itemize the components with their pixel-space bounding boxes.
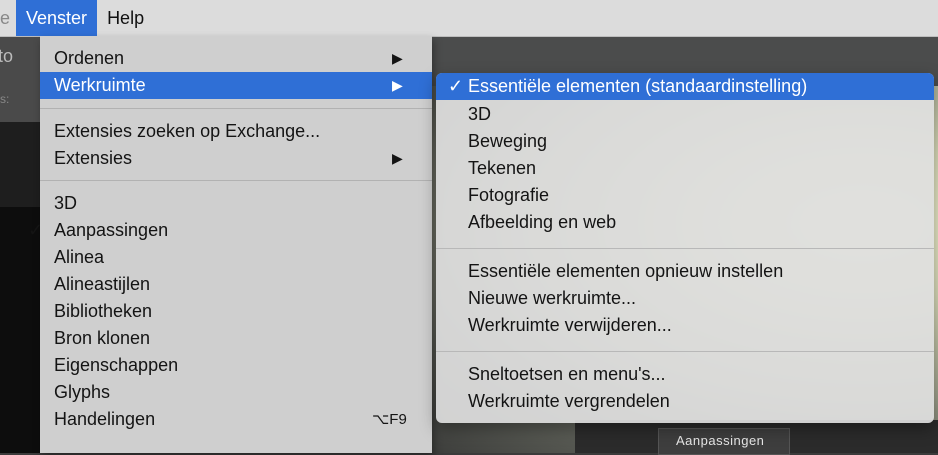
menu-item-bibliotheken[interactable]: Bibliotheken <box>40 298 432 325</box>
submenu-item-label: Afbeelding en web <box>468 212 617 232</box>
submenu-item-label: Nieuwe werkruimte... <box>468 288 637 308</box>
submenu-arrow-icon: ▶ <box>392 50 403 66</box>
menu-item-extensies[interactable]: Extensies ▶ <box>40 145 432 172</box>
panel-tab-label: Aanpassingen <box>676 433 765 448</box>
submenu-item-afbeelding-en-web[interactable]: Afbeelding en web <box>436 209 934 236</box>
menubar-item-help[interactable]: Help <box>97 0 154 36</box>
submenu-item-label: 3D <box>468 104 492 124</box>
menu-item-3d[interactable]: 3D <box>40 190 432 217</box>
menubar-item-venster[interactable]: Venster <box>16 0 98 36</box>
submenu-item-tekenen[interactable]: Tekenen <box>436 155 934 182</box>
menu-item-glyphs[interactable]: Glyphs <box>40 379 432 406</box>
menu-item-label: 3D <box>54 193 78 213</box>
submenu-item-label: Werkruimte verwijderen... <box>468 315 672 335</box>
menu-item-label: Extensies zoeken op Exchange... <box>54 121 321 141</box>
venster-menu: Ordenen ▶ Werkruimte ▶ Extensies zoeken … <box>28 36 432 453</box>
submenu-item-label: Fotografie <box>468 185 550 205</box>
menu-item-eigenschappen[interactable]: Eigenschappen <box>40 352 432 379</box>
submenu-arrow-icon: ▶ <box>392 77 403 93</box>
menu-item-label: Bibliotheken <box>54 301 153 321</box>
menu-item-label: Alineastijlen <box>54 274 151 294</box>
submenu-item-label: Beweging <box>468 131 548 151</box>
menu-item-alineastijlen[interactable]: Alineastijlen <box>40 271 432 298</box>
menu-item-label: Bron klonen <box>54 328 151 348</box>
menu-item-label: Eigenschappen <box>54 355 179 375</box>
werkruimte-submenu: ✓ Essentiële elementen (standaardinstell… <box>436 73 934 423</box>
menu-item-bron-klonen[interactable]: Bron klonen <box>40 325 432 352</box>
menu-item-ordenen[interactable]: Ordenen ▶ <box>40 45 432 72</box>
menu-item-label: Aanpassingen <box>54 220 169 240</box>
menu-separator <box>40 108 432 109</box>
menu-item-label: Werkruimte <box>54 75 146 95</box>
checkmark-icon: ✓ <box>28 220 44 240</box>
submenu-item-opnieuw-instellen[interactable]: Essentiële elementen opnieuw instellen <box>436 258 934 285</box>
submenu-item-label: Sneltoetsen en menu's... <box>468 364 666 384</box>
submenu-item-fotografie[interactable]: Fotografie <box>436 182 934 209</box>
submenu-item-label: Werkruimte vergrendelen <box>468 391 670 411</box>
menu-separator <box>40 180 432 181</box>
menubar-item-previous[interactable]: e <box>0 0 16 36</box>
menu-item-alinea[interactable]: Alinea <box>40 244 432 271</box>
submenu-item-label: Essentiële elementen opnieuw instellen <box>468 261 784 281</box>
menu-item-label: Handelingen <box>54 409 156 429</box>
menu-item-aanpassingen[interactable]: ✓ Aanpassingen <box>28 217 432 244</box>
menu-bar: e Venster Help <box>0 0 938 37</box>
submenu-arrow-icon: ▶ <box>392 150 403 166</box>
shortcut-label: ⌥F9 <box>372 411 407 428</box>
left-panel-middle <box>0 122 40 207</box>
submenu-item-label: Tekenen <box>468 158 537 178</box>
submenu-item-nieuwe-werkruimte[interactable]: Nieuwe werkruimte... <box>436 285 934 312</box>
submenu-item-werkruimte-verwijderen[interactable]: Werkruimte verwijderen... <box>436 312 934 339</box>
menu-item-extensies-zoeken[interactable]: Extensies zoeken op Exchange... <box>40 118 432 145</box>
menu-item-label: Extensies <box>54 148 133 168</box>
submenu-separator <box>436 248 934 249</box>
checkmark-icon: ✓ <box>448 76 464 96</box>
left-panel-small-text: s: <box>0 92 10 106</box>
submenu-item-3d[interactable]: 3D <box>436 101 934 128</box>
menu-item-label: Ordenen <box>54 48 125 68</box>
submenu-item-werkruimte-vergrendelen[interactable]: Werkruimte vergrendelen <box>436 388 934 415</box>
submenu-item-essentiele-elementen[interactable]: ✓ Essentiële elementen (standaardinstell… <box>436 73 934 100</box>
menu-item-label: Alinea <box>54 247 105 267</box>
menu-item-werkruimte[interactable]: Werkruimte ▶ <box>40 72 432 99</box>
submenu-separator <box>436 351 934 352</box>
submenu-item-beweging[interactable]: Beweging <box>436 128 934 155</box>
left-panel-text: to <box>0 46 14 66</box>
submenu-item-label: Essentiële elementen (standaardinstellin… <box>468 76 808 96</box>
menu-item-handelingen[interactable]: Handelingen ⌥F9 <box>40 406 432 433</box>
submenu-item-sneltoetsen[interactable]: Sneltoetsen en menu's... <box>436 361 934 388</box>
menu-item-label: Glyphs <box>54 382 111 402</box>
